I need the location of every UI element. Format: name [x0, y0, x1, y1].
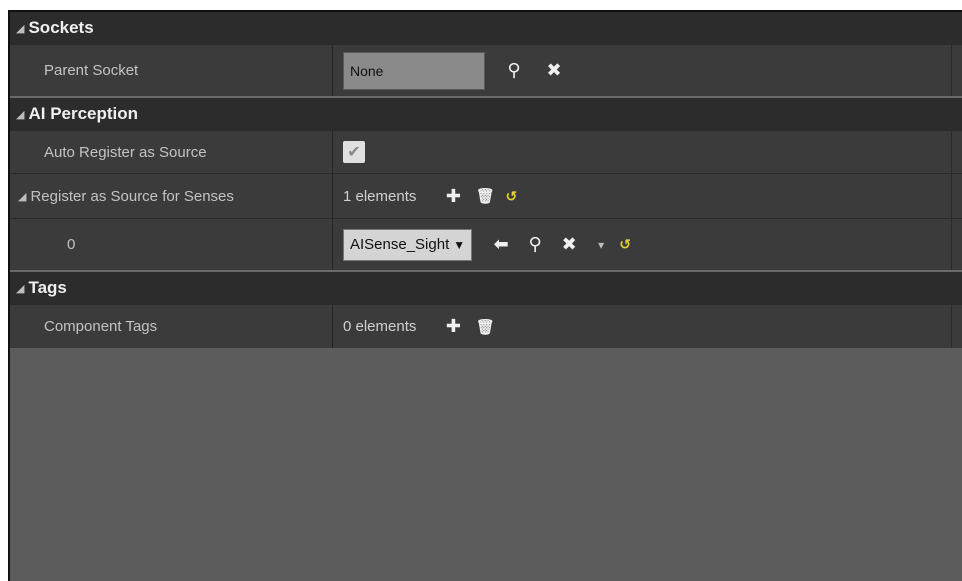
- property-value: 0 elements ✚ 🗑: [333, 305, 962, 348]
- property-row-element-0: 0 AISense_Sight ▼ ⬅ ⚲ ✖ ▾ ↺: [10, 218, 962, 270]
- property-value: ✔: [333, 131, 962, 173]
- reset-to-default-icon[interactable]: ↺: [614, 234, 636, 256]
- delete-icon[interactable]: 🗑: [474, 316, 496, 338]
- property-value: AISense_Sight ▼ ⬅ ⚲ ✖ ▾ ↺: [333, 219, 962, 270]
- dropdown-value: AISense_Sight: [350, 236, 450, 253]
- details-panel: ◢ Sockets Parent Socket None ⚲ ✖ ◢ AI Pe…: [8, 10, 962, 581]
- section-header-sockets[interactable]: ◢ Sockets: [10, 12, 962, 44]
- chevron-down-icon: ▼: [453, 237, 466, 252]
- sense-class-dropdown[interactable]: AISense_Sight ▼: [343, 228, 473, 261]
- parent-socket-field[interactable]: None: [343, 51, 485, 90]
- property-row-register-senses: ◢ Register as Source for Senses 1 elemen…: [10, 173, 962, 218]
- column-divider: [951, 305, 952, 348]
- use-selected-icon[interactable]: ⬅: [490, 234, 512, 256]
- property-label: Parent Socket: [10, 45, 333, 96]
- search-icon[interactable]: ⚲: [524, 234, 546, 256]
- search-icon[interactable]: ⚲: [503, 60, 525, 82]
- column-divider: [951, 45, 952, 96]
- collapse-icon[interactable]: ◢: [18, 190, 26, 203]
- property-row-auto-register: Auto Register as Source ✔: [10, 130, 962, 173]
- column-divider: [951, 131, 952, 173]
- section-ai-perception: ◢ AI Perception Auto Register as Source …: [10, 96, 962, 270]
- property-value: None ⚲ ✖: [333, 45, 962, 96]
- clear-icon[interactable]: ✖: [543, 60, 565, 82]
- collapse-icon[interactable]: ◢: [16, 108, 24, 121]
- property-label: Auto Register as Source: [10, 131, 333, 173]
- clear-icon[interactable]: ✖: [558, 234, 580, 256]
- column-divider: [951, 219, 952, 270]
- property-row-component-tags: Component Tags 0 elements ✚ 🗑: [10, 304, 962, 348]
- element-count: 1 elements: [343, 187, 417, 205]
- element-index: 0: [10, 219, 333, 270]
- property-row-parent-socket: Parent Socket None ⚲ ✖: [10, 44, 962, 96]
- reset-to-default-icon[interactable]: ↺: [500, 185, 522, 207]
- check-icon: ✔: [347, 144, 361, 161]
- auto-register-checkbox[interactable]: ✔: [343, 141, 365, 163]
- section-title: Tags: [28, 278, 67, 297]
- section-title: AI Perception: [28, 104, 139, 123]
- collapse-icon[interactable]: ◢: [16, 22, 24, 35]
- add-element-icon[interactable]: ✚: [442, 185, 464, 207]
- section-header-tags[interactable]: ◢ Tags: [10, 270, 962, 304]
- element-count: 0 elements: [343, 318, 417, 335]
- property-label[interactable]: ◢ Register as Source for Senses: [10, 174, 333, 218]
- section-tags: ◢ Tags Component Tags 0 elements ✚ 🗑: [10, 270, 962, 348]
- add-element-icon[interactable]: ✚: [442, 316, 464, 338]
- column-divider: [951, 174, 952, 218]
- section-title: Sockets: [28, 18, 94, 37]
- section-header-ai-perception[interactable]: ◢ AI Perception: [10, 96, 962, 130]
- property-value: 1 elements ✚ 🗑 ↺: [333, 174, 962, 218]
- delete-icon[interactable]: 🗑: [474, 185, 496, 207]
- section-sockets: ◢ Sockets Parent Socket None ⚲ ✖: [10, 12, 962, 96]
- register-senses-label: Register as Source for Senses: [30, 187, 234, 205]
- collapse-icon[interactable]: ◢: [16, 282, 24, 295]
- property-label: Component Tags: [10, 305, 333, 348]
- element-menu-icon[interactable]: ▾: [590, 234, 612, 256]
